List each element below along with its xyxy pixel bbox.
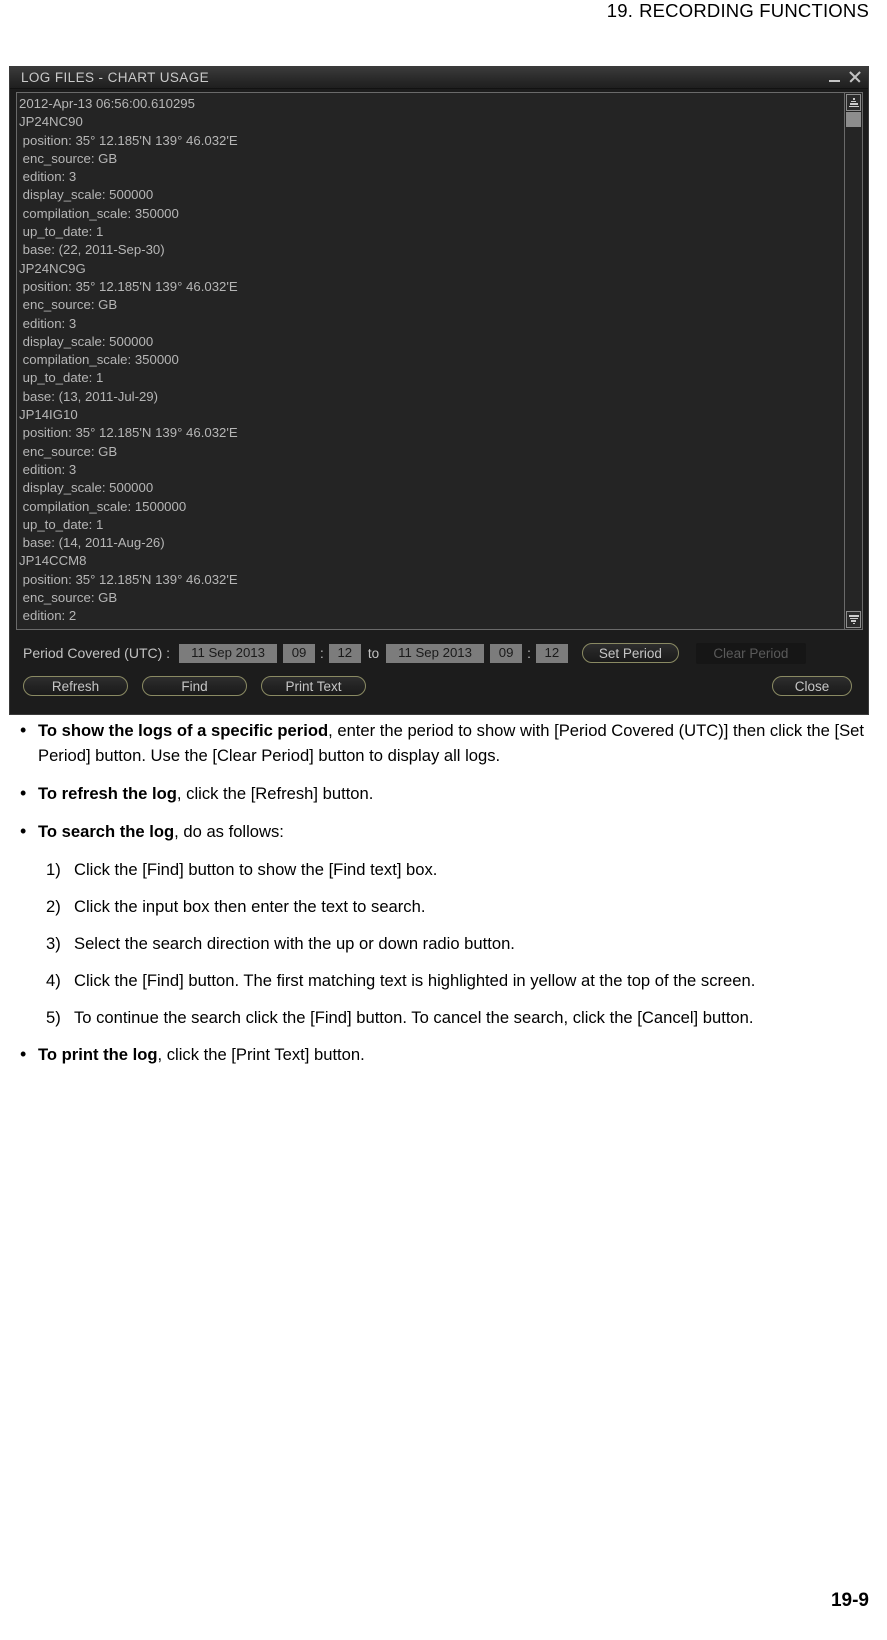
close-icon[interactable] (848, 70, 861, 85)
step-number: 5) (46, 1008, 61, 1027)
log-text-area: 2012-Apr-13 06:56:00.610295 JP24NC90 pos… (16, 92, 863, 630)
period-from-date-field[interactable]: 11 Sep 2013 (179, 643, 278, 663)
step-text: Click the input box then enter the text … (74, 897, 426, 916)
period-to-separator: to (367, 645, 380, 661)
bullet-rest: , do as follows: (174, 822, 284, 841)
step-text: Select the search direction with the up … (74, 934, 515, 953)
numbered-steps-list: 1) Click the [Find] button to show the [… (0, 857, 887, 1030)
page-header-number: 19. (606, 0, 634, 21)
bullet-item: • To search the log, do as follows: (0, 819, 887, 844)
bullet-text: To show the logs of a specific period, e… (38, 718, 869, 768)
list-item: 5) To continue the search click the [Fin… (0, 1005, 887, 1030)
step-text: To continue the search click the [Find] … (74, 1008, 754, 1027)
bullet-bold-lead: To search the log (38, 822, 175, 841)
period-to-colon: : (527, 645, 531, 661)
dialog-title: LOG FILES - CHART USAGE (21, 70, 209, 85)
step-text: Click the [Find] button. The first match… (74, 971, 756, 990)
instructions-section: • To show the logs of a specific period,… (0, 718, 887, 1080)
close-button[interactable]: Close (772, 676, 852, 696)
period-from-minute-field[interactable]: 12 (328, 643, 361, 663)
window-controls (828, 67, 861, 88)
refresh-button[interactable]: Refresh (23, 676, 128, 696)
set-period-button[interactable]: Set Period (581, 643, 679, 663)
scroll-down-icon[interactable] (846, 611, 861, 628)
bullet-text: To refresh the log, click the [Refresh] … (38, 781, 869, 806)
period-to-date-field[interactable]: 11 Sep 2013 (386, 643, 485, 663)
bullet-bold-lead: To print the log (38, 1045, 158, 1064)
dialog-button-row: Refresh Find Print Text Close (10, 671, 868, 701)
bullet-rest: , click the [Refresh] button. (176, 784, 374, 803)
bullet-text: To search the log, do as follows: (38, 819, 869, 844)
page-footer: 19-9 (830, 1590, 869, 1611)
bullet-icon: • (20, 821, 27, 841)
period-from-colon: : (320, 645, 324, 661)
minimize-icon[interactable] (828, 70, 841, 85)
page-header-title: RECORDING FUNCTIONS (639, 0, 869, 21)
bullet-item: • To show the logs of a specific period,… (0, 718, 887, 768)
bullet-bold-lead: To show the logs of a specific period (38, 721, 329, 740)
log-files-dialog: LOG FILES - CHART USAGE 2012-Apr-13 06:5… (9, 66, 869, 715)
bullet-text: To print the log, click the [Print Text]… (38, 1042, 869, 1067)
step-number: 1) (46, 860, 61, 879)
clear-period-button[interactable]: Clear Period (695, 642, 806, 664)
bullet-icon: • (20, 720, 27, 740)
log-scrollbar[interactable] (844, 93, 862, 629)
bullet-bold-lead: To refresh the log (38, 784, 177, 803)
step-number: 2) (46, 897, 61, 916)
period-to-minute-field[interactable]: 12 (535, 643, 568, 663)
step-number: 4) (46, 971, 61, 990)
print-text-button[interactable]: Print Text (261, 676, 366, 696)
page-header: 19. RECORDING FUNCTIONS (0, 0, 869, 22)
list-item: 4) Click the [Find] button. The first ma… (0, 968, 887, 993)
list-item: 2) Click the input box then enter the te… (0, 894, 887, 919)
scroll-up-icon[interactable] (846, 94, 861, 111)
bullet-icon: • (20, 1044, 27, 1064)
bullet-icon: • (20, 783, 27, 803)
step-text: Click the [Find] button to show the [Fin… (74, 860, 438, 879)
scrollbar-thumb[interactable] (846, 112, 861, 127)
period-to-hour-field[interactable]: 09 (490, 643, 523, 663)
bullet-rest: , click the [Print Text] button. (157, 1045, 365, 1064)
dialog-titlebar: LOG FILES - CHART USAGE (10, 67, 868, 89)
log-text-content[interactable]: 2012-Apr-13 06:56:00.610295 JP24NC90 pos… (17, 93, 844, 629)
find-button[interactable]: Find (142, 676, 247, 696)
period-covered-label: Period Covered (UTC) : (23, 645, 171, 661)
step-number: 3) (46, 934, 61, 953)
list-item: 1) Click the [Find] button to show the [… (0, 857, 887, 882)
bullet-item: • To refresh the log, click the [Refresh… (0, 781, 887, 806)
period-covered-bar: Period Covered (UTC) : 11 Sep 2013 09 : … (10, 639, 868, 667)
list-item: 3) Select the search direction with the … (0, 931, 887, 956)
bullet-item: • To print the log, click the [Print Tex… (0, 1042, 887, 1067)
period-from-hour-field[interactable]: 09 (283, 643, 316, 663)
